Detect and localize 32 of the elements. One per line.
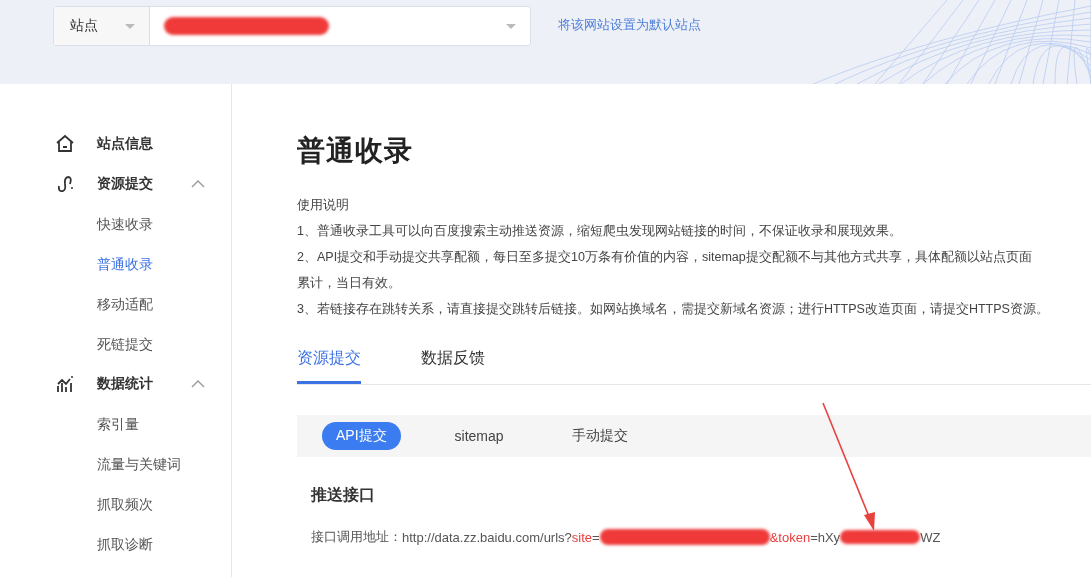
- sidebar-item[interactable]: 流量与关键词: [0, 444, 231, 484]
- sidebar-item[interactable]: 移动适配: [0, 284, 231, 324]
- note-text: 1、普通收录工具可以向百度搜索主动推送资源，缩短爬虫发现网站链接的时间，不保证收录和展现效果。: [297, 223, 903, 240]
- sidebar-item[interactable]: 索引量: [0, 404, 231, 444]
- method-tab[interactable]: sitemap: [440, 423, 518, 449]
- notes-heading: 使用说明: [297, 196, 350, 214]
- endpoint-base-url: http://data.zz.baidu.com/urls?: [402, 529, 572, 545]
- note-text: 累计，当日有效。: [297, 275, 402, 292]
- site-type-dropdown[interactable]: 站点: [54, 7, 150, 45]
- sidebar-item[interactable]: 抓取频次: [0, 484, 231, 524]
- sidebar-section-label[interactable]: 资源提交: [97, 175, 183, 193]
- sidebar-section-label[interactable]: 数据统计: [97, 375, 183, 393]
- token-value: WZ: [920, 529, 941, 545]
- sidebar-item[interactable]: 死链提交: [0, 324, 231, 364]
- set-default-link[interactable]: 将该网站设置为默认站点: [558, 16, 701, 34]
- tab[interactable]: 数据反馈: [421, 336, 485, 384]
- note-text: 2、API提交和手动提交共享配额，每日至多提交10万条有价值的内容，sitemap提交配额不与其他方式共享，具体配额以站点页面: [297, 249, 1033, 266]
- note-text: 3、若链接存在跳转关系，请直接提交跳转后链接。如网站换域名，需提交新域名资源；进行HTTPS改造页面，请提交HTTPS资源。: [297, 301, 1050, 318]
- method-tab[interactable]: 手动提交: [557, 422, 642, 450]
- tab[interactable]: 资源提交: [297, 336, 361, 384]
- token-value: =hXy: [810, 529, 841, 545]
- page-title: 普通收录: [297, 134, 414, 168]
- method-tab[interactable]: API提交: [322, 422, 401, 450]
- sidebar-section-label[interactable]: 站点信息: [97, 135, 183, 153]
- param-key: site: [571, 529, 593, 545]
- sidebar-item[interactable]: 普通收录: [0, 244, 231, 284]
- section-title: 推送接口: [311, 485, 376, 505]
- sidebar-item[interactable]: 快速收录: [0, 204, 231, 244]
- site-value: =: [592, 529, 600, 545]
- endpoint-label: 接口调用地址：: [311, 528, 402, 546]
- sidebar-item[interactable]: 抓取诊断: [0, 524, 231, 564]
- param-key: &token: [769, 529, 811, 545]
